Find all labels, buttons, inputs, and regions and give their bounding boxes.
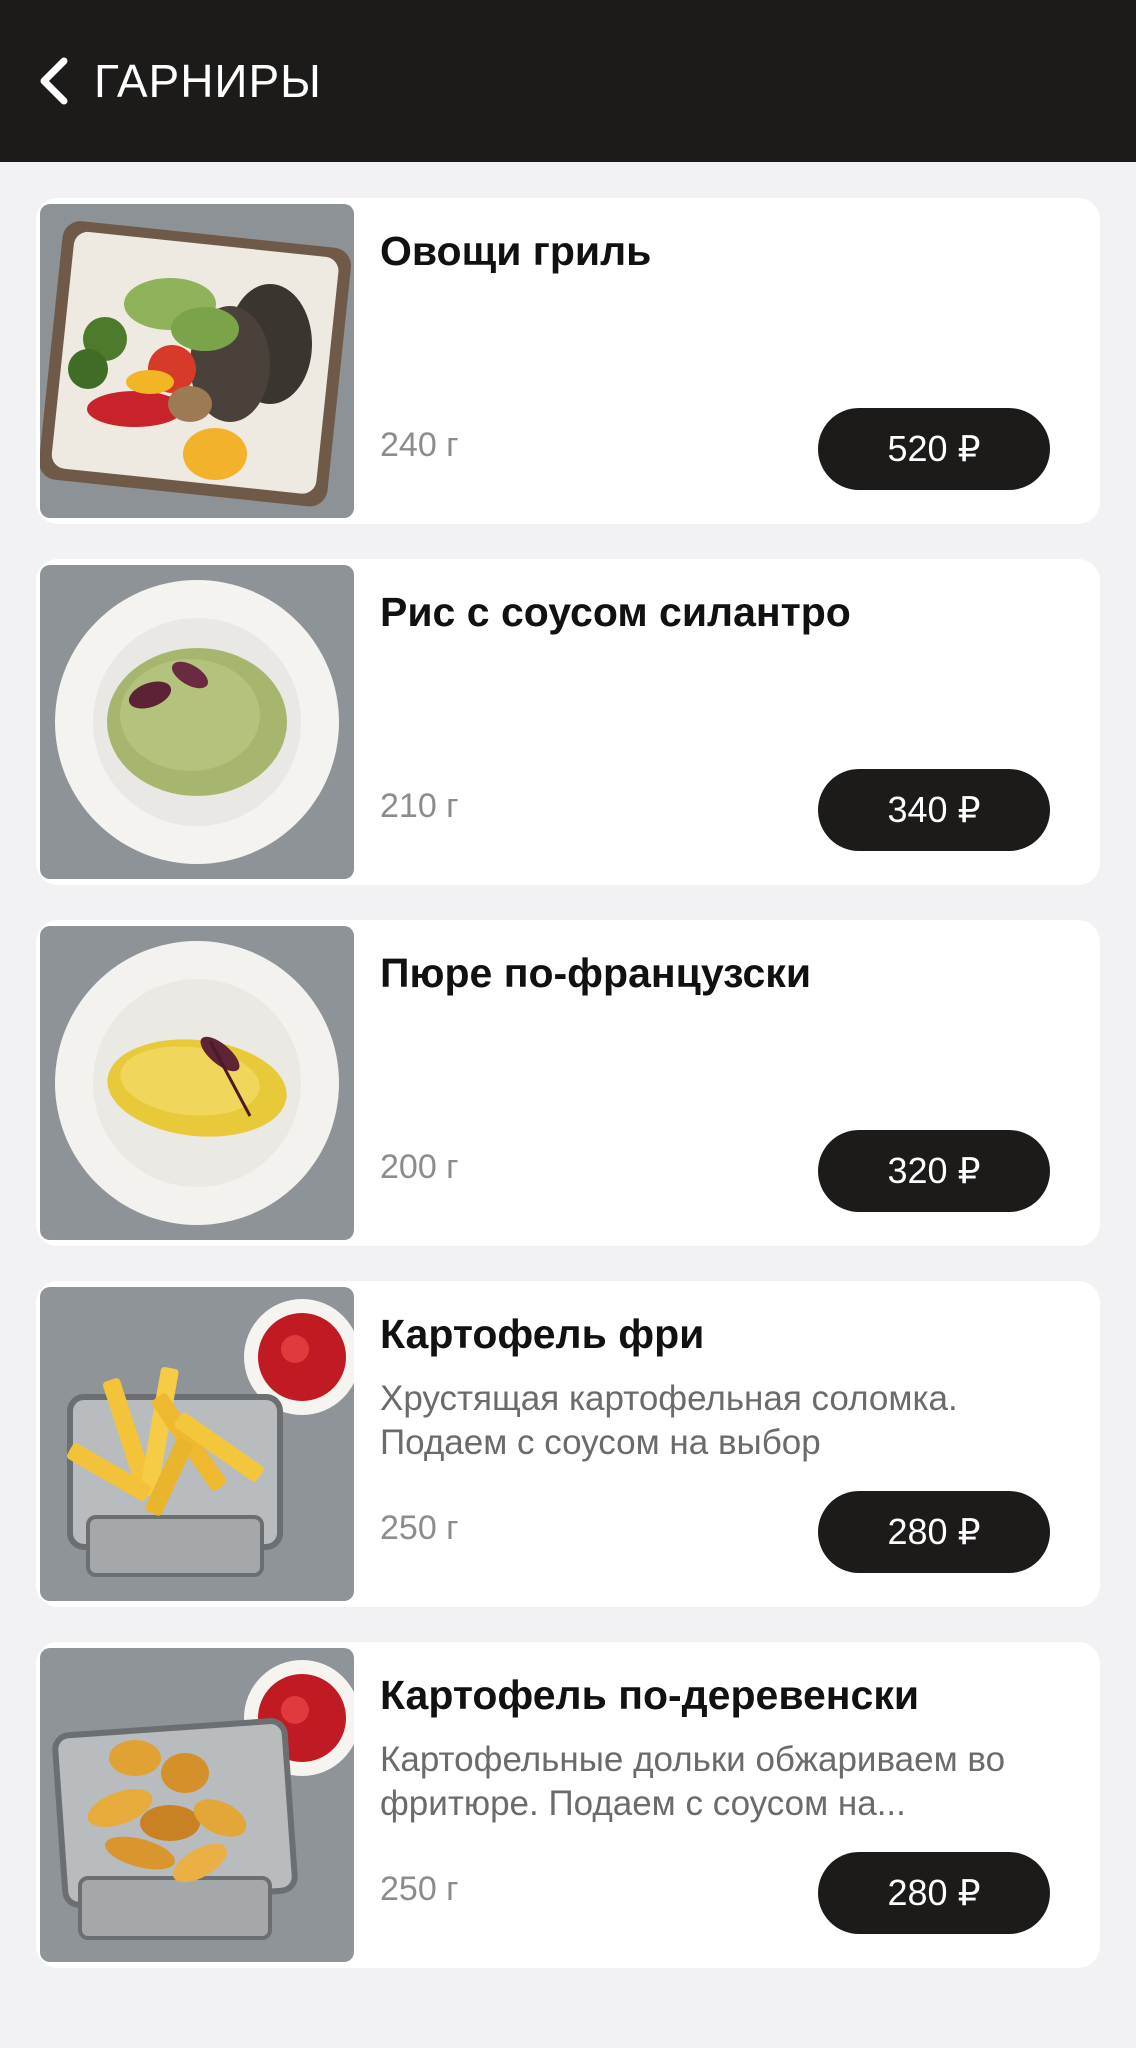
- dish-weight: 240 г: [380, 426, 459, 464]
- chevron-left-icon: [40, 57, 68, 105]
- dish-photo-mashed-potatoes: [40, 926, 354, 1240]
- dish-name: Рис с соусом силантро: [380, 589, 851, 635]
- dish-photo-grilled-vegetables: [40, 204, 354, 518]
- price-button[interactable]: 280 ₽: [818, 1852, 1050, 1934]
- dish-weight: 210 г: [380, 787, 459, 825]
- price-button[interactable]: 280 ₽: [818, 1491, 1050, 1573]
- dish-description: Картофельные дольки обжариваем во фритюр…: [380, 1740, 1006, 1823]
- dish-name: Картофель по-деревенски: [380, 1672, 920, 1718]
- price-button[interactable]: 520 ₽: [818, 408, 1050, 490]
- menu-item-card[interactable]: Рис с соусом силантро 210 г 340 ₽: [36, 559, 1100, 885]
- menu-item-card[interactable]: Пюре по-французски 200 г 320 ₽: [36, 920, 1100, 1246]
- dish-photo-rice-cilantro: [40, 565, 354, 879]
- price-button[interactable]: 340 ₽: [818, 769, 1050, 851]
- dish-photo-potato-wedges: [40, 1648, 354, 1962]
- dish-weight: 250 г: [380, 1509, 459, 1547]
- back-button[interactable]: [24, 51, 84, 111]
- page-title: ГАРНИРЫ: [94, 55, 322, 107]
- dish-description: Хрустящая картофельная соломка. Подаем с…: [380, 1379, 958, 1462]
- menu-list: Овощи гриль 240 г 520 ₽ Рис с соусом сил…: [36, 198, 1100, 2003]
- menu-item-card[interactable]: Овощи гриль 240 г 520 ₽: [36, 198, 1100, 524]
- top-bar: ГАРНИРЫ: [0, 0, 1136, 162]
- dish-photo-french-fries: [40, 1287, 354, 1601]
- menu-item-card[interactable]: Картофель фри Хрустящая картофельная сол…: [36, 1281, 1100, 1607]
- dish-weight: 200 г: [380, 1148, 459, 1186]
- dish-name: Картофель фри: [380, 1311, 705, 1357]
- dish-name: Пюре по-французски: [380, 950, 812, 996]
- dish-weight: 250 г: [380, 1870, 459, 1908]
- menu-item-card[interactable]: Картофель по-деревенски Картофельные дол…: [36, 1642, 1100, 1968]
- price-button[interactable]: 320 ₽: [818, 1130, 1050, 1212]
- dish-name: Овощи гриль: [380, 228, 652, 274]
